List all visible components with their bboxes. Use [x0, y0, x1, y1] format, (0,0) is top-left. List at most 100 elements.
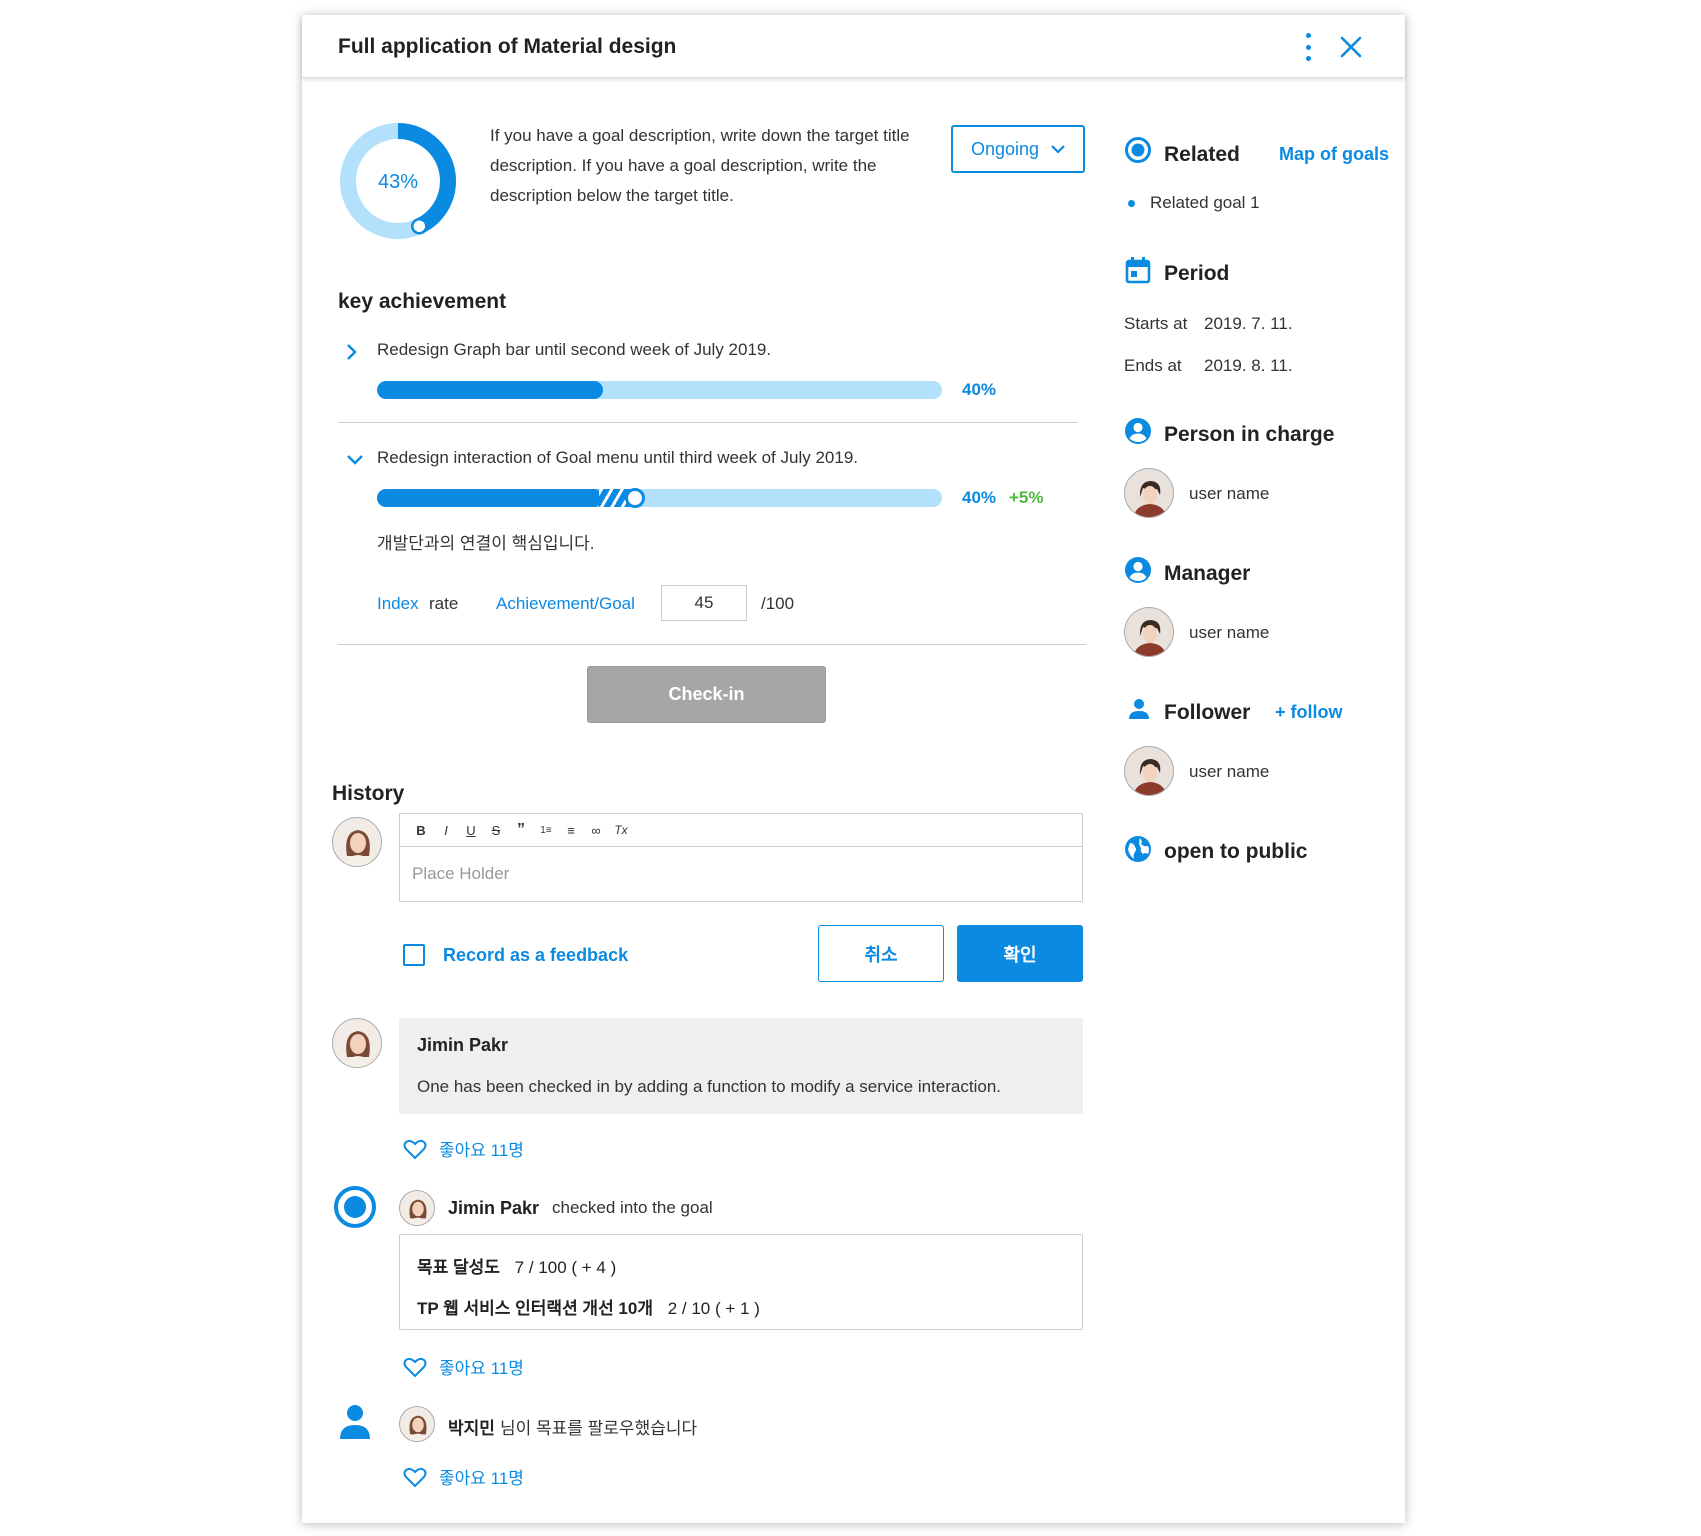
feedback-label[interactable]: Record as a feedback: [443, 945, 628, 966]
globe-icon: [1125, 836, 1151, 862]
avatar: [399, 1190, 435, 1226]
ends-date[interactable]: 2019. 8. 11.: [1204, 356, 1293, 376]
radio-checked-icon: [334, 1186, 376, 1228]
confirm-button[interactable]: 확인: [957, 925, 1083, 982]
key-result-1-text[interactable]: Redesign Graph bar until second week of …: [377, 340, 771, 360]
divider: [338, 422, 1078, 423]
summary-row-label: TP 웹 서비스 인터랙션 개선 10개: [417, 1299, 653, 1318]
achievement-total: /100: [761, 594, 795, 613]
key-result-2-bar-fill: [377, 489, 603, 507]
history-input[interactable]: [400, 847, 1082, 901]
manager-title: Manager: [1164, 562, 1251, 585]
key-result-2-slider-handle[interactable]: [625, 488, 646, 508]
avatar: [1124, 746, 1174, 796]
calendar-icon: [1125, 257, 1151, 284]
achievement-value-input[interactable]: [661, 585, 747, 621]
status-value: Ongoing: [970, 138, 1040, 159]
chevron-right-icon[interactable]: [346, 343, 358, 361]
person-in-charge-title: Person in charge: [1164, 423, 1335, 446]
related-goal-item[interactable]: Related goal 1: [1150, 193, 1260, 213]
person-icon: [1129, 699, 1149, 719]
dialog-header: Full application of Material design: [302, 15, 1405, 78]
clear-format-icon[interactable]: Tx: [612, 821, 630, 839]
like-count: 좋아요 11명: [439, 1141, 524, 1160]
heart-icon: [403, 1139, 427, 1159]
achievement-goal-label[interactable]: Achievement/Goal: [496, 594, 635, 614]
rate-label: rate: [429, 594, 459, 613]
comment-text: One has been checked in by adding a func…: [417, 1077, 1002, 1096]
key-result-2-note: 개발단과의 연결이 핵심입니다.: [377, 534, 595, 553]
quote-icon[interactable]: ”: [512, 821, 530, 839]
heart-icon: [403, 1467, 427, 1487]
key-result-2-delta: +5%: [1009, 488, 1044, 507]
underline-icon[interactable]: U: [462, 821, 480, 839]
bold-icon[interactable]: B: [412, 821, 430, 839]
like-button[interactable]: 좋아요 11명: [403, 1136, 524, 1161]
summary-row-value: 2 / 10 ( + 1 ): [667, 1299, 760, 1318]
avatar: [399, 1406, 435, 1442]
bullet-list-icon[interactable]: ≡: [562, 821, 580, 839]
event-author: 박지민: [448, 1419, 495, 1438]
comment-card: Jimin Pakr One has been checked in by ad…: [399, 1018, 1083, 1114]
history-title: History: [332, 782, 405, 805]
radio-checked-icon: [1125, 137, 1151, 163]
goal-description: If you have a goal description, write do…: [490, 126, 910, 205]
key-result-2-text[interactable]: Redesign interaction of Goal menu until …: [377, 448, 858, 468]
account-circle-icon: [1125, 557, 1151, 583]
more-vert-icon[interactable]: [1300, 33, 1316, 61]
status-dropdown[interactable]: Ongoing: [951, 125, 1085, 173]
starts-label: Starts at: [1124, 314, 1188, 333]
key-result-1-percent: 40%: [962, 380, 997, 399]
like-count: 좋아요 11명: [439, 1469, 524, 1488]
chevron-down-icon: [1051, 145, 1065, 154]
key-achievement-title: key achievement: [338, 290, 507, 313]
history-editor: B I U S ” 1≡ ≡ ∞ Tx: [399, 813, 1083, 902]
person-icon: [340, 1405, 370, 1439]
feedback-checkbox[interactable]: [403, 944, 425, 966]
follower-title: Follower: [1164, 701, 1251, 724]
goal-progress-label: 43%: [378, 171, 418, 193]
check-in-button[interactable]: Check-in: [587, 666, 826, 723]
dialog-title: Full application of Material design: [338, 35, 677, 58]
avatar: [1124, 468, 1174, 518]
related-title: Related: [1164, 143, 1240, 166]
visibility-label[interactable]: open to public: [1164, 840, 1307, 864]
like-button[interactable]: 좋아요 11명: [403, 1464, 524, 1489]
follow-button[interactable]: + follow: [1275, 702, 1343, 723]
avatar: [1124, 607, 1174, 657]
checkin-summary-box: 목표 달성도 7 / 100 ( + 4 ) TP 웹 서비스 인터랙션 개선 …: [399, 1234, 1083, 1330]
comment-author: Jimin Pakr: [417, 1035, 509, 1055]
account-circle-icon: [1125, 418, 1151, 444]
avatar: [332, 1018, 382, 1068]
link-icon[interactable]: ∞: [587, 821, 605, 839]
follower-name[interactable]: user name: [1189, 762, 1269, 782]
bullet: [1128, 200, 1135, 207]
person-in-charge-name[interactable]: user name: [1189, 484, 1269, 504]
index-label[interactable]: Index: [377, 594, 419, 614]
map-of-goals-link[interactable]: Map of goals: [1279, 144, 1389, 165]
event-action: 님이 목표를 팔로우했습니다: [500, 1419, 698, 1438]
ordered-list-icon[interactable]: 1≡: [537, 821, 555, 839]
summary-row-label: 목표 달성도: [417, 1258, 500, 1277]
strikethrough-icon[interactable]: S: [487, 821, 505, 839]
chevron-down-icon[interactable]: [346, 454, 364, 466]
key-result-2-percent: 40%: [962, 488, 997, 507]
avatar: [332, 817, 382, 867]
cancel-button[interactable]: 취소: [818, 925, 944, 982]
close-icon[interactable]: [1338, 34, 1364, 60]
goal-detail-dialog: Full application of Material design 43% …: [302, 15, 1405, 1523]
period-title: Period: [1164, 262, 1230, 285]
manager-name[interactable]: user name: [1189, 623, 1269, 643]
key-result-2-bar: [377, 488, 942, 508]
event-action: checked into the goal: [552, 1198, 713, 1217]
editor-toolbar: B I U S ” 1≡ ≡ ∞ Tx: [400, 814, 1082, 847]
event-author: Jimin Pakr: [448, 1198, 540, 1218]
summary-row-value: 7 / 100 ( + 4 ): [514, 1258, 617, 1277]
goal-progress-donut: 43%: [340, 123, 456, 239]
like-count: 좋아요 11명: [439, 1359, 524, 1378]
key-result-1-bar-fill: [377, 381, 603, 399]
starts-date[interactable]: 2019. 7. 11.: [1204, 314, 1293, 334]
italic-icon[interactable]: I: [437, 821, 455, 839]
key-result-1-bar: [377, 381, 942, 399]
like-button[interactable]: 좋아요 11명: [403, 1354, 524, 1379]
